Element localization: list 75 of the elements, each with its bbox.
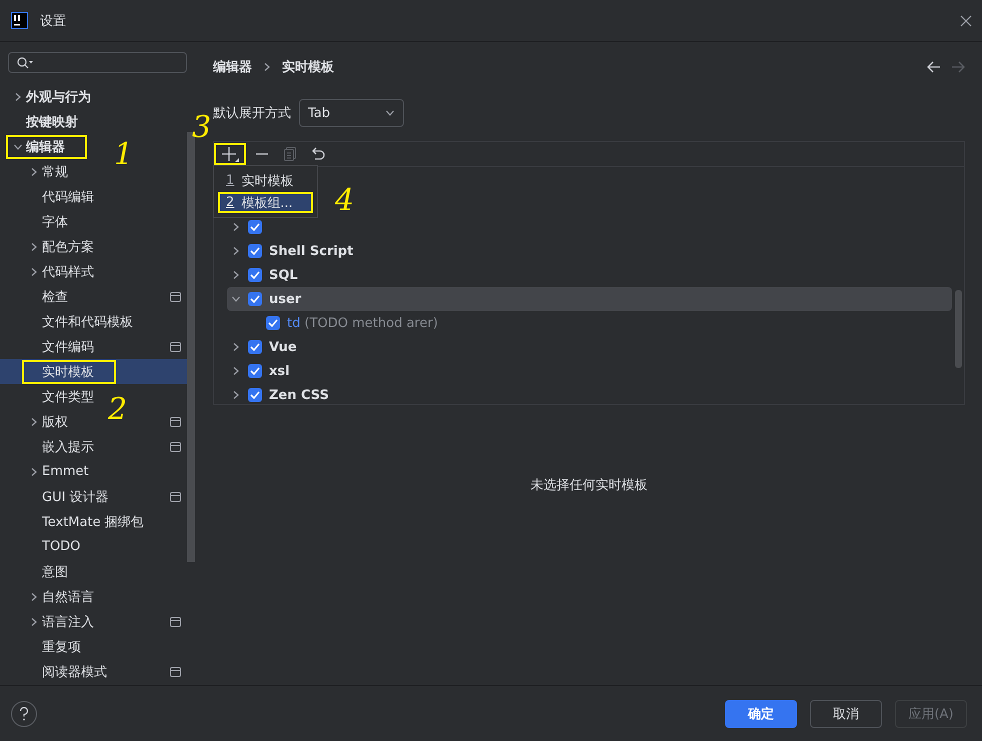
checkbox[interactable] — [248, 340, 262, 354]
sidebar-item[interactable]: 实时模板 — [22, 360, 116, 384]
breadcrumb-item[interactable]: 实时模板 — [282, 58, 334, 76]
menu-item[interactable]: 1 实时模板 — [218, 170, 313, 191]
checkbox[interactable] — [248, 364, 262, 378]
empty-state-text: 未选择任何实时模板 — [530, 477, 648, 494]
breadcrumb-item[interactable]: 编辑器 — [213, 58, 252, 76]
sidebar-item[interactable]: 阅读器模式 — [22, 660, 111, 684]
tree-row[interactable]: SQL — [227, 263, 302, 287]
sidebar-item[interactable]: 外观与行为 — [6, 84, 95, 108]
checkmark-icon — [250, 247, 260, 255]
dropdown-caret-icon — [385, 108, 395, 118]
sidebar-item[interactable]: 按键映射 — [6, 110, 82, 134]
search-field[interactable] — [8, 52, 187, 73]
checkbox[interactable] — [248, 388, 262, 402]
sidebar-item[interactable]: 配色方案 — [22, 234, 98, 258]
checkmark-icon — [250, 343, 260, 351]
handwritten-number: 1 — [114, 140, 134, 170]
sidebar-item[interactable]: 版权 — [22, 410, 72, 434]
search-icon — [17, 56, 33, 68]
tree-row[interactable]: user — [227, 287, 952, 311]
sidebar-item[interactable]: 重复项 — [22, 634, 85, 658]
sidebar-item[interactable]: 常规 — [22, 160, 72, 184]
tree-row[interactable]: Zen CSS — [227, 383, 333, 404]
breadcrumb-separator-icon — [262, 62, 272, 72]
sidebar-item[interactable]: 检查 — [22, 284, 72, 308]
scrollbar[interactable] — [955, 290, 962, 368]
checkmark-icon — [250, 271, 260, 279]
sidebar-item[interactable]: TODO — [22, 536, 84, 557]
sidebar-item[interactable]: 代码编辑 — [22, 184, 98, 208]
plus-icon — [221, 146, 239, 162]
menu-item[interactable]: 2 模板组... — [218, 192, 313, 213]
sidebar-item[interactable]: 文件类型 — [22, 384, 98, 408]
tree-row[interactable]: td (TODO method arer) — [227, 311, 442, 335]
close-icon[interactable] — [960, 14, 972, 26]
sidebar-item[interactable]: 语言注入 — [22, 610, 98, 634]
sidebar-item[interactable]: 自然语言 — [22, 584, 98, 608]
ok-button[interactable]: 确定 — [725, 700, 797, 728]
question-icon — [19, 706, 29, 720]
handwritten-number: 2 — [108, 395, 128, 425]
checkmark-icon — [250, 367, 260, 375]
sidebar-item[interactable]: 嵌入提示 — [22, 434, 98, 458]
sidebar-item[interactable]: 文件编码 — [22, 334, 98, 358]
checkbox[interactable] — [248, 220, 262, 234]
sidebar-item[interactable]: Emmet — [22, 461, 93, 482]
sidebar-item[interactable]: 意图 — [22, 560, 72, 584]
checkmark-icon — [250, 223, 260, 231]
checkbox[interactable] — [248, 244, 262, 258]
handwritten-number: 4 — [335, 186, 354, 216]
sidebar-item[interactable]: 字体 — [22, 210, 72, 234]
expand-dropdown[interactable]: Tab — [299, 99, 404, 127]
sidebar-item[interactable]: 文件和代码模板 — [22, 310, 137, 334]
field-label: 默认展开方式 — [213, 105, 291, 122]
checkmark-icon — [268, 319, 278, 327]
app-logo-icon — [11, 12, 28, 29]
checkbox[interactable] — [248, 292, 262, 306]
tree-row[interactable]: xsl — [227, 359, 294, 383]
checkbox[interactable] — [266, 316, 280, 330]
tree-row[interactable]: Vue — [227, 335, 301, 359]
checkbox[interactable] — [248, 268, 262, 282]
sidebar-item[interactable]: TextMate 捆绑包 — [22, 510, 148, 534]
checkmark-icon — [250, 391, 260, 399]
sidebar-item[interactable]: 代码样式 — [22, 260, 98, 284]
window-title: 设置 — [40, 12, 67, 30]
sidebar-item[interactable]: 编辑器 — [6, 134, 87, 158]
help-button[interactable] — [11, 700, 37, 726]
tree-row[interactable]: Shell Script — [227, 239, 358, 263]
undo-icon — [310, 147, 326, 161]
dialog-button[interactable]: 取消 — [810, 700, 882, 728]
sidebar-item[interactable]: GUI 设计器 — [22, 484, 113, 508]
back-arrow-icon[interactable] — [927, 61, 941, 73]
copy-icon — [283, 147, 297, 161]
checkmark-icon — [250, 295, 260, 303]
handwritten-number: 3 — [192, 113, 212, 143]
add-button[interactable] — [214, 143, 246, 165]
